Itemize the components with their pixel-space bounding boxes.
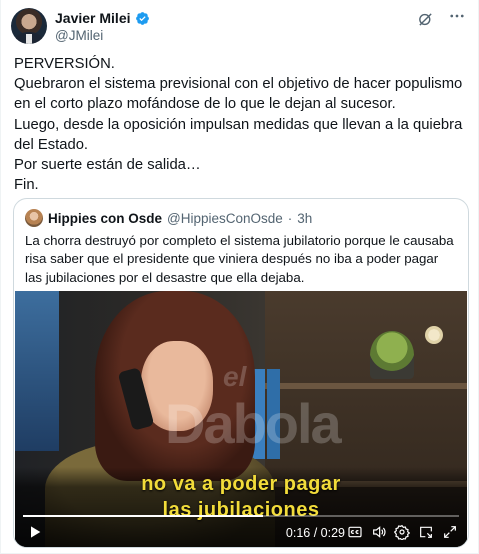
- quoted-author-handle[interactable]: @HippiesConOsde: [167, 211, 283, 226]
- video-frame-shelf-board: [265, 383, 467, 389]
- picture-in-picture-icon[interactable]: [418, 524, 434, 540]
- verified-badge-icon: [135, 11, 149, 25]
- quoted-tweet-header: Hippies con Osde @HippiesConOsde · 3h: [25, 209, 312, 227]
- author-handle[interactable]: @JMilei: [55, 28, 103, 43]
- video-progress-bar[interactable]: [23, 515, 459, 517]
- video-caption-line-1: no va a poder pagar: [141, 473, 341, 495]
- video-watermark-small: el: [223, 361, 247, 392]
- grok-icon[interactable]: [416, 10, 434, 28]
- quoted-tweet-text: La chorra destruyó por completo el siste…: [25, 233, 454, 285]
- quoted-tweet[interactable]: Hippies con Osde @HippiesConOsde · 3h La…: [13, 198, 469, 548]
- video-controls: 0:16 / 0:29: [15, 519, 467, 547]
- more-options-icon[interactable]: [448, 7, 466, 25]
- video-frame-plant: [370, 331, 414, 379]
- tweet-text: PERVERSIÓN. Quebraron el sistema previsi…: [14, 56, 463, 194]
- fullscreen-icon[interactable]: [442, 524, 458, 540]
- quoted-timestamp[interactable]: 3h: [297, 211, 312, 226]
- author-display-name[interactable]: Javier Milei: [55, 10, 131, 26]
- video-time: 0:16 / 0:29: [285, 526, 345, 540]
- quoted-separator: ·: [287, 210, 293, 226]
- header-actions: [416, 10, 466, 28]
- video-frame-left-panel: [15, 291, 59, 451]
- author-name-row: Javier Milei: [55, 10, 150, 26]
- volume-icon[interactable]: [371, 524, 387, 540]
- tweet-card: Javier Milei @JMilei PERVERSIÓN. Quebrar…: [0, 0, 479, 554]
- quoted-author-avatar[interactable]: [25, 209, 43, 227]
- video-player[interactable]: el Dabola no va a poder pagar las jubila…: [15, 291, 467, 547]
- play-icon[interactable]: [27, 524, 43, 540]
- video-progress-fill: [23, 515, 263, 517]
- closed-captions-icon[interactable]: [347, 524, 363, 540]
- quoted-author-name[interactable]: Hippies con Osde: [48, 211, 162, 226]
- gear-icon[interactable]: [394, 524, 410, 540]
- avatar-shirt: [26, 34, 32, 44]
- tweet-header: Javier Milei @JMilei: [11, 8, 466, 44]
- video-watermark: Dabola: [165, 392, 342, 455]
- video-frame-flower: [425, 326, 443, 344]
- author-avatar[interactable]: [11, 8, 47, 44]
